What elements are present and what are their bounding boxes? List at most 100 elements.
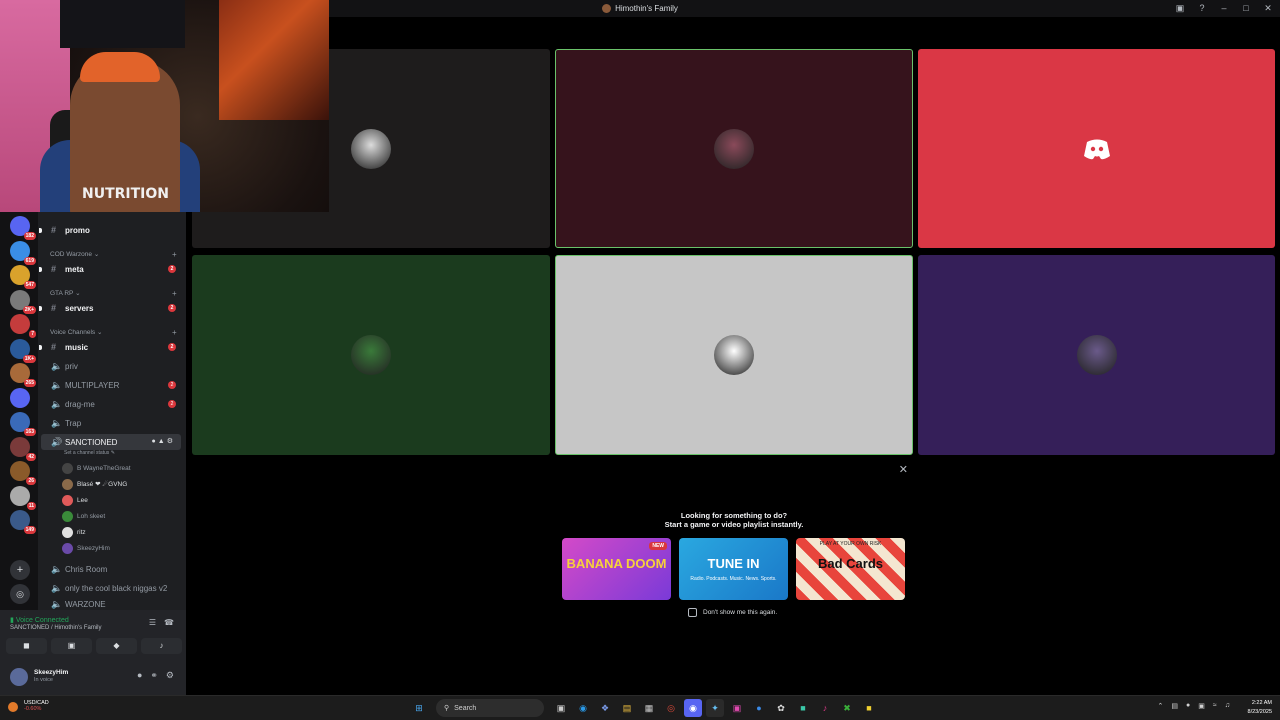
video-tile[interactable] [918,49,1275,248]
invite-icon[interactable]: ▲ [158,438,167,445]
channel-chris-room[interactable]: 🔈 Chris Room [41,561,181,577]
add-server-icon[interactable]: + [10,560,30,580]
chevron-up-icon[interactable]: ⌃ [1158,702,1164,710]
video-tile[interactable] [555,255,913,455]
stock-widget[interactable]: USD/CAD -0.60% [8,700,49,712]
avatar [62,494,73,506]
channel-meta[interactable]: # meta 2 [39,261,181,277]
tiktok-icon[interactable]: ♪ [816,699,834,717]
add-channel-icon[interactable]: + [172,250,177,259]
app2-icon[interactable]: ■ [794,699,812,717]
minimize-icon[interactable]: – [1218,2,1230,14]
activity-card-banana-doom[interactable]: NEW BANANA DOOM [562,538,671,600]
task-view-icon[interactable]: ▣ [552,699,570,717]
video-tile[interactable] [192,255,550,455]
server-icon[interactable]: 42 [10,436,36,461]
mic-tray-icon[interactable]: ● [1186,702,1190,710]
chrome-icon[interactable]: ◎ [662,699,680,717]
discover-icon[interactable]: ◎ [10,584,30,604]
add-channel-icon[interactable]: + [172,289,177,298]
activities-button[interactable]: ◆ [96,638,137,654]
taskbar-search[interactable]: ⚲ Search [436,699,544,717]
server-icon[interactable]: 7 [10,314,36,338]
steam-icon[interactable]: ✦ [706,699,724,717]
headphones-icon[interactable]: ⚭ [150,670,158,681]
maximize-icon[interactable]: □ [1240,2,1252,14]
chatgpt-icon[interactable]: ✿ [772,699,790,717]
sticky-notes-icon[interactable]: ■ [860,699,878,717]
network-icon[interactable]: ▤ [1171,702,1178,710]
help-icon[interactable]: ? [1196,2,1208,14]
server-icon[interactable]: 26 [10,461,36,485]
voice-location[interactable]: SANCTIONED / Himothin's Family [10,625,102,631]
microphone-icon[interactable]: ● [137,670,142,681]
channel-warzone[interactable]: 🔈 WARZONE [41,599,181,610]
video-tile[interactable] [555,49,913,248]
server-icon[interactable]: 619 [10,240,36,265]
instagram-icon[interactable]: ▣ [728,699,746,717]
dont-show-checkbox[interactable]: Don't show me this again. [688,608,777,617]
video-tile[interactable] [918,255,1275,455]
channel-trap[interactable]: 🔈 Trap [41,415,181,431]
channel-promo[interactable]: # promo [39,222,181,238]
server-icon[interactable]: 547 [10,265,36,289]
clock[interactable]: 2:22 AM 8/23/2025 [1248,699,1272,717]
add-channel-icon[interactable]: + [172,328,177,337]
disconnect-icon[interactable]: ☎ [164,618,174,627]
activity-card-tunein[interactable]: TUNE IN Radio. Podcasts. Music. News. Sp… [679,538,788,600]
category-voice-channels[interactable]: Voice Channels ⌄ + [50,328,177,337]
server-icon[interactable]: 2K+ [10,289,36,314]
channel-music[interactable]: # music 2 [39,339,181,355]
server-icon[interactable]: 265 [10,363,36,387]
store-icon[interactable]: ▦ [640,699,658,717]
channel-priv[interactable]: 🔈 priv [41,358,181,374]
channel-drag-me[interactable]: 🔈 drag-me 2 [41,396,181,412]
channel-cool[interactable]: 🔈 only the cool black niggas v2 [41,580,181,596]
discord-taskbar-icon[interactable]: ◉ [684,699,702,717]
close-window-icon[interactable]: ✕ [1262,2,1274,14]
gear-icon[interactable]: ⚙ [167,438,175,445]
volume-icon[interactable]: ♫ [1225,702,1230,710]
server-icon[interactable] [10,387,30,408]
app-icon[interactable]: ● [750,699,768,717]
server-icon[interactable]: 182 [10,216,36,240]
voice-user[interactable]: Loh skeet [62,509,105,523]
category-cod-warzone[interactable]: COD Warzone ⌄ + [50,250,177,259]
display-icon[interactable]: ▣ [1198,702,1205,710]
checkbox-box[interactable] [688,608,697,617]
avatar[interactable] [10,668,28,686]
voice-user[interactable]: SkeezyHim [62,541,110,555]
avatar [1076,335,1117,375]
file-explorer-icon[interactable]: ▤ [618,699,636,717]
avatar [351,128,391,169]
server-icon[interactable]: 11 [10,485,36,510]
voice-user-name: ritz [77,528,86,536]
server-icon[interactable]: 163 [10,412,36,436]
voice-user[interactable]: Blasé ❤ ☄GVNG [62,477,127,491]
set-channel-status[interactable]: Set a channel status ✎ [64,450,115,456]
voice-user[interactable]: ritz [62,525,86,539]
close-icon[interactable]: ✕ [899,463,908,476]
voice-user[interactable]: Lee [62,493,88,507]
camera-off-button[interactable]: ◼ [6,638,47,654]
channel-servers[interactable]: # servers 2 [39,300,181,316]
screen-share-button[interactable]: ▣ [51,638,92,654]
server-icon[interactable]: 1K+ [10,338,36,363]
windows-start-icon[interactable]: ⊞ [410,699,428,717]
edge-icon[interactable]: ◉ [574,699,592,717]
channel-multiplayer[interactable]: 🔈 MULTIPLAYER 2 [41,377,181,393]
wifi-icon[interactable]: ≈ [1213,702,1217,710]
activity-card-bad-cards[interactable]: PLAY AT YOUR OWN RISK Bad Cards [796,538,905,600]
server-icon[interactable]: 149 [10,510,36,534]
channel-sanctioned[interactable]: 🔊 SANCTIONED ●▲⚙ [41,434,181,450]
wall-art [219,0,329,120]
soundboard-button[interactable]: ♪ [141,638,182,654]
category-gta-rp[interactable]: GTA RP ⌄ + [50,289,177,298]
noise-suppression-icon[interactable]: ☰ [149,618,156,627]
voice-user[interactable]: B WayneTheGreat [62,461,131,475]
settings-gear-icon[interactable]: ⚙ [166,670,174,681]
server-badge: 149 [23,526,36,534]
excel-icon[interactable]: ✖ [838,699,856,717]
copilot-icon[interactable]: ❖ [596,699,614,717]
inbox-icon[interactable]: ▣ [1174,2,1186,14]
